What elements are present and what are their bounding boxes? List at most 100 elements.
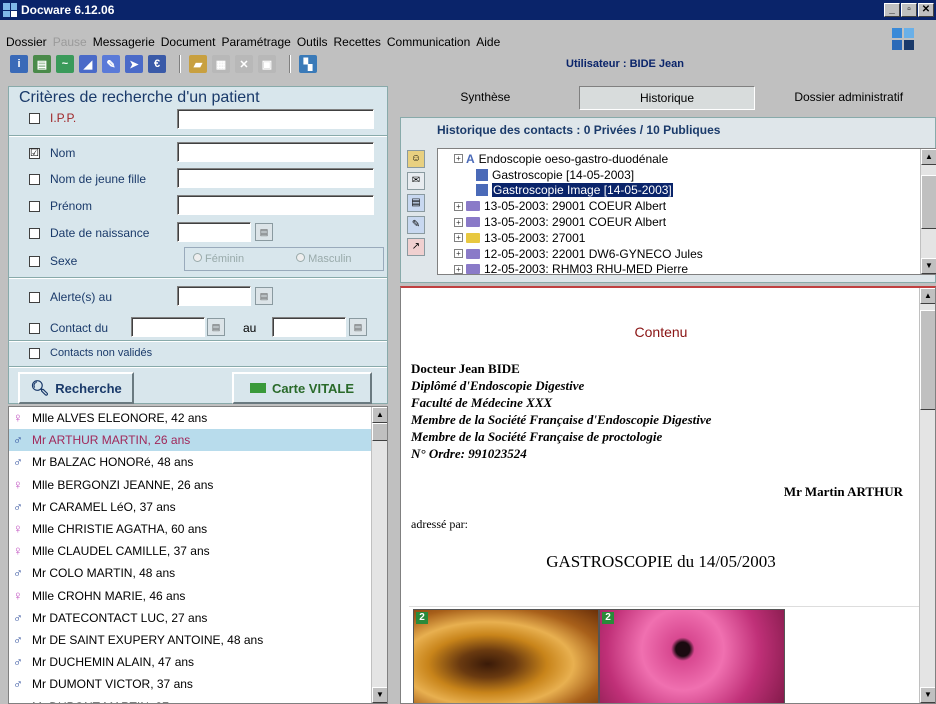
scroll-thumb[interactable] — [921, 175, 936, 229]
content-scrollbar[interactable]: ▲ ▼ — [919, 288, 935, 703]
tree-item[interactable]: + A Endoscopie oeso-gastro-duodénale — [438, 151, 936, 167]
date-naissance-checkbox[interactable] — [29, 227, 40, 239]
expand-icon[interactable]: + — [454, 249, 463, 259]
endoscopy-image-1[interactable]: 2 — [413, 609, 599, 703]
document-icon[interactable]: ▤ — [407, 194, 425, 212]
patient-row[interactable]: ♀ Mlle CLAUDEL CAMILLE, 37 ans — [9, 540, 387, 562]
patient-info-icon[interactable]: i — [10, 55, 28, 73]
ipp-criterion[interactable]: I.P.P. — [29, 111, 76, 125]
nom-field[interactable] — [177, 142, 374, 162]
prenom-checkbox[interactable] — [29, 200, 40, 212]
tree-item[interactable]: +12-05-2003: 22001 DW6-GYNECO Jules — [438, 246, 936, 262]
scroll-up-icon[interactable]: ▲ — [921, 149, 936, 165]
contacts-non-valides-checkbox[interactable] — [29, 347, 40, 359]
alerte-date-field[interactable] — [177, 286, 251, 306]
menu-document[interactable]: Document — [161, 35, 216, 49]
expand-icon[interactable]: + — [454, 154, 463, 164]
calendar-icon[interactable]: ▤ — [255, 223, 273, 241]
delete-icon[interactable]: ✕ — [235, 55, 253, 73]
ipp-checkbox[interactable] — [29, 112, 40, 124]
patient-row[interactable]: ♀ Mlle CROHN MARIE, 46 ans — [9, 585, 387, 607]
tree-item[interactable]: +12-05-2003: RHM03 RHU-MED Pierre — [438, 262, 936, 274]
scroll-down-icon[interactable]: ▼ — [921, 258, 936, 274]
patient-list[interactable]: ♀ Mlle ALVES ELEONORE, 42 ans ♂ Mr ARTHUR M… — [8, 406, 388, 704]
patient-row[interactable]: ♂ Mr COLO MARTIN, 48 ans — [9, 562, 387, 584]
patient-row[interactable]: ♀ Mlle ALVES ELEONORE, 42 ans — [9, 407, 387, 429]
chart-icon[interactable]: ~ — [56, 55, 74, 73]
menu-outils[interactable]: Outils — [297, 35, 328, 49]
menu-dossier[interactable]: Dossier — [6, 35, 47, 49]
nom-criterion[interactable]: ☑ Nom — [29, 146, 75, 160]
tab-dossier-administratif[interactable]: Dossier administratif — [761, 86, 936, 110]
open-folder-icon[interactable]: ▰ — [189, 55, 207, 73]
patient-card-icon[interactable]: ▤ — [33, 55, 51, 73]
edit-icon[interactable]: ✎ — [407, 216, 425, 234]
menu-recettes[interactable]: Recettes — [334, 35, 381, 49]
expand-icon[interactable]: + — [454, 264, 463, 274]
menu-messagerie[interactable]: Messagerie — [93, 35, 155, 49]
nom-jeune-fille-field[interactable] — [177, 168, 374, 188]
patient-row[interactable]: ♂Mr DUPONT MARTIN, 37 ans — [9, 695, 387, 703]
tree-scrollbar[interactable]: ▲ ▼ — [920, 149, 936, 274]
tab-historique[interactable]: Historique — [578, 86, 756, 110]
tree-item[interactable]: +13-05-2003: 27001 — [438, 230, 936, 246]
minimize-button[interactable]: _ — [884, 3, 900, 17]
menu-parametrage[interactable]: Paramétrage — [221, 35, 290, 49]
nom-jeune-fille-checkbox[interactable] — [29, 173, 40, 185]
contact-criterion[interactable]: Contact du — [29, 321, 108, 335]
alerte-checkbox[interactable] — [29, 291, 40, 303]
calendar-icon[interactable]: ▤ — [255, 287, 273, 305]
prenom-field[interactable] — [177, 195, 374, 215]
sexe-criterion[interactable]: Sexe — [29, 254, 77, 268]
ipp-field[interactable] — [177, 109, 374, 129]
calendar-icon[interactable]: ▤ — [349, 318, 367, 336]
expand-icon[interactable]: + — [454, 201, 463, 211]
contact-checkbox[interactable] — [29, 322, 40, 334]
menu-pause[interactable]: Pause — [53, 35, 87, 49]
patient-row[interactable]: ♀ Mlle CHRISTIE AGATHA, 60 ans — [9, 518, 387, 540]
nom-checkbox[interactable]: ☑ — [29, 147, 40, 159]
contacts-non-valides-criterion[interactable]: Contacts non validés — [29, 347, 152, 359]
save-icon[interactable]: ▣ — [258, 55, 276, 73]
masculin-radio[interactable]: Masculin — [296, 253, 352, 265]
patient-row[interactable]: ♂ Mr DUCHEMIN ALAIN, 47 ans — [9, 651, 387, 673]
scroll-thumb[interactable] — [920, 310, 935, 410]
scroll-down-icon[interactable]: ▼ — [920, 687, 935, 703]
tree-item[interactable]: +13-05-2003: 29001 COEUR Albert — [438, 214, 936, 230]
expand-icon[interactable]: + — [454, 233, 463, 243]
prenom-criterion[interactable]: Prénom — [29, 199, 92, 213]
menu-communication[interactable]: Communication — [387, 35, 470, 49]
person-icon[interactable]: ☺ — [407, 150, 425, 168]
tree-item[interactable]: +13-05-2003: 29001 COEUR Albert — [438, 198, 936, 214]
contact-to-field[interactable] — [272, 317, 346, 337]
forward-icon[interactable]: ➤ — [125, 55, 143, 73]
tree-item[interactable]: Gastroscopie Image [14-05-2003] — [438, 182, 936, 199]
patient-row[interactable]: ♂ Mr DATECONTACT LUC, 27 ans — [9, 607, 387, 629]
expand-icon[interactable]: + — [454, 217, 463, 227]
print-icon[interactable]: ▦ — [212, 55, 230, 73]
date-naissance-criterion[interactable]: Date de naissance — [29, 226, 149, 240]
network-icon[interactable]: ▚ — [299, 55, 317, 73]
patient-row[interactable]: ♀ Mlle BERGONZI JEANNE, 26 ans — [9, 474, 387, 496]
recherche-button[interactable]: 🔍︎ Recherche — [18, 372, 134, 404]
close-button[interactable]: ✕ — [918, 3, 934, 17]
carte-vitale-button[interactable]: Carte VITALE — [232, 372, 372, 404]
scroll-thumb[interactable] — [372, 423, 387, 441]
endoscopy-image-2[interactable]: 2 — [599, 609, 785, 703]
patient-list-scrollbar[interactable]: ▲ ▼ — [371, 407, 387, 703]
patient-row[interactable]: ♂ Mr BALZAC HONORé, 48 ans — [9, 451, 387, 473]
mail-icon[interactable]: ✉ — [407, 172, 425, 190]
scroll-down-icon[interactable]: ▼ — [372, 687, 387, 703]
graph-icon[interactable]: ◢ — [79, 55, 97, 73]
date-naissance-field[interactable] — [177, 222, 251, 242]
patient-row[interactable]: ♂ Mr DUMONT VICTOR, 37 ans — [9, 673, 387, 695]
feminin-radio[interactable]: Féminin — [193, 253, 244, 265]
edit-icon[interactable]: ✎ — [102, 55, 120, 73]
nom-jeune-fille-criterion[interactable]: Nom de jeune fille — [29, 172, 146, 186]
contact-from-field[interactable] — [131, 317, 205, 337]
restore-button[interactable]: ▫ — [901, 3, 917, 17]
calendar-icon[interactable]: ▤ — [207, 318, 225, 336]
sexe-checkbox[interactable] — [29, 255, 40, 267]
history-tree[interactable]: + A Endoscopie oeso-gastro-duodénale Gastro… — [437, 148, 936, 275]
scroll-up-icon[interactable]: ▲ — [920, 288, 935, 304]
